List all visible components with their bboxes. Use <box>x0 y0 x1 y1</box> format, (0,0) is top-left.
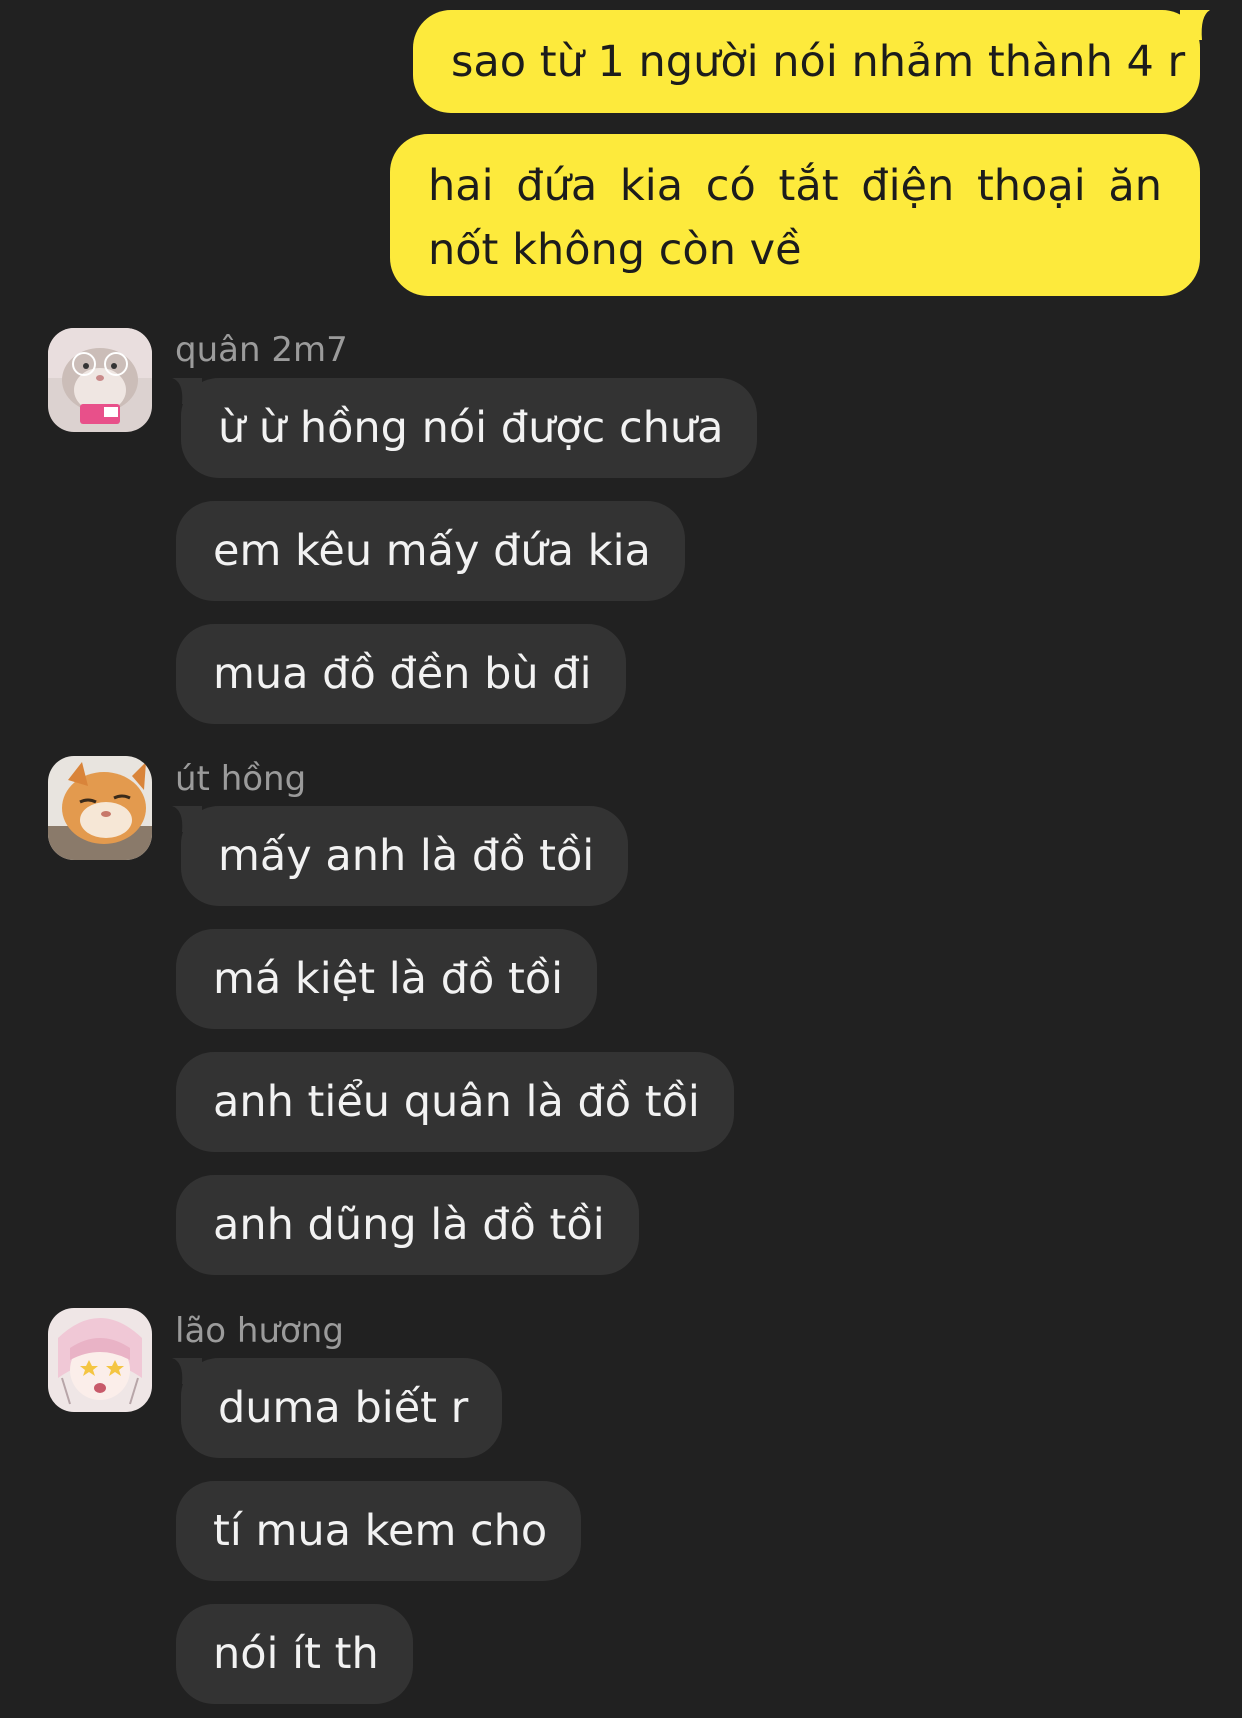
sender-name: út hồng <box>175 759 307 799</box>
incoming-message[interactable]: mua đồ đền bù đi <box>176 624 626 724</box>
avatar[interactable] <box>48 328 152 432</box>
incoming-message[interactable]: anh dũng là đồ tồi <box>176 1175 639 1275</box>
incoming-message[interactable]: tí mua kem cho <box>176 1481 582 1581</box>
bubble-tail-icon <box>172 378 202 404</box>
message-text: ừ ừ hồng nói được chưa <box>218 403 724 453</box>
chat-thread[interactable]: sao từ 1 người nói nhảm thành 4 r hai đứ… <box>0 0 1242 1718</box>
outgoing-message[interactable]: sao từ 1 người nói nhảm thành 4 r <box>413 10 1210 113</box>
incoming-message[interactable]: ừ ừ hồng nói được chưa <box>172 378 758 478</box>
message-text: sao từ 1 người nói nhảm thành 4 r <box>451 37 1186 87</box>
bubble-tail-icon <box>172 1358 202 1384</box>
message-text: tí mua kem cho <box>213 1506 548 1556</box>
hamster-icon <box>48 328 152 432</box>
message-text: mua đồ đền bù đi <box>213 649 592 699</box>
message-text: nói ít th <box>213 1629 379 1679</box>
message-text: anh tiểu quân là đồ tồi <box>213 1077 700 1127</box>
cat-icon <box>48 756 152 860</box>
message-text: anh dũng là đồ tồi <box>213 1200 605 1250</box>
avatar[interactable] <box>48 1308 152 1412</box>
incoming-message[interactable]: duma biết r <box>172 1358 503 1458</box>
message-text: hai đứa kia có tắt điện thoại ăn nốt khô… <box>428 161 1162 275</box>
incoming-message[interactable]: nói ít th <box>176 1604 413 1704</box>
sender-name: lão hương <box>175 1311 344 1351</box>
incoming-message[interactable]: anh tiểu quân là đồ tồi <box>176 1052 734 1152</box>
anime-girl-icon <box>48 1308 152 1412</box>
incoming-message[interactable]: má kiệt là đồ tồi <box>176 929 598 1029</box>
avatar[interactable] <box>48 756 152 860</box>
message-text: em kêu mấy đứa kia <box>213 526 651 576</box>
message-text: duma biết r <box>218 1383 469 1433</box>
bubble-tail-icon <box>1180 10 1210 40</box>
message-text: mấy anh là đồ tồi <box>218 831 595 881</box>
bubble-tail-icon <box>172 806 202 832</box>
message-text: má kiệt là đồ tồi <box>213 954 564 1004</box>
outgoing-message[interactable]: hai đứa kia có tắt điện thoại ăn nốt khô… <box>390 134 1200 296</box>
incoming-message[interactable]: mấy anh là đồ tồi <box>172 806 629 906</box>
incoming-message[interactable]: em kêu mấy đứa kia <box>176 501 685 601</box>
sender-name: quân 2m7 <box>175 330 348 370</box>
